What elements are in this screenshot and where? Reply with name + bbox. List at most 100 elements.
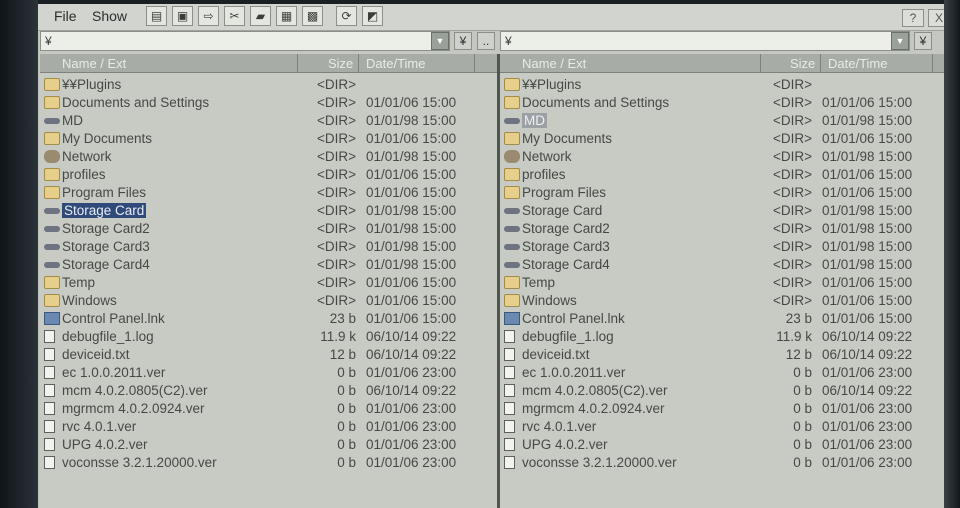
file-icon — [504, 402, 515, 415]
file-row[interactable]: Storage Card <DIR> 01/01/98 15:00 — [500, 202, 944, 220]
file-row[interactable]: debugfile_1.log 11.9 k 06/10/14 09:22 — [500, 328, 944, 346]
right-col-name[interactable]: Name / Ext — [522, 56, 586, 71]
left-path-dropdown-icon[interactable]: ▼ — [431, 32, 449, 50]
copy-icon[interactable]: ⇨ — [198, 6, 219, 26]
file-row[interactable]: Temp <DIR> 01/01/06 15:00 — [40, 274, 497, 292]
file-name: Network — [62, 149, 112, 164]
file-row[interactable]: ¥¥Plugins <DIR> — [500, 76, 944, 94]
show-menu[interactable]: Show — [88, 8, 131, 24]
left-path-field[interactable]: ¥ — [40, 31, 450, 51]
grid-icon[interactable]: ▩ — [302, 6, 323, 26]
file-row[interactable]: Storage Card2 <DIR> 01/01/98 15:00 — [500, 220, 944, 238]
file-row[interactable]: Control Panel.lnk 23 b 01/01/06 15:00 — [40, 310, 497, 328]
file-date: 06/10/14 09:22 — [822, 383, 913, 398]
file-row[interactable]: deviceid.txt 12 b 06/10/14 09:22 — [500, 346, 944, 364]
file-date: 01/01/06 23:00 — [822, 365, 913, 380]
file-row[interactable]: debugfile_1.log 11.9 k 06/10/14 09:22 — [40, 328, 497, 346]
options-icon[interactable]: ◩ — [362, 6, 383, 26]
file-row[interactable]: ec 1.0.0.2011.ver 0 b 01/01/06 23:00 — [500, 364, 944, 382]
right-file-pane[interactable]: Name / Ext Size Date/Time ¥¥Plugins <DIR>… — [500, 54, 944, 508]
file-date: 01/01/06 15:00 — [822, 95, 913, 110]
file-size: 12 b — [785, 347, 812, 362]
delete-icon[interactable]: ▦ — [276, 6, 297, 26]
left-col-date[interactable]: Date/Time — [366, 56, 425, 71]
file-row[interactable]: deviceid.txt 12 b 06/10/14 09:22 — [40, 346, 497, 364]
file-row[interactable]: profiles <DIR> 01/01/06 15:00 — [40, 166, 497, 184]
file-row[interactable]: Documents and Settings <DIR> 01/01/06 15:0… — [500, 94, 944, 112]
folder-icon — [504, 276, 520, 289]
file-row[interactable]: UPG 4.0.2.ver 0 b 01/01/06 23:00 — [500, 436, 944, 454]
file-row[interactable]: MD <DIR> 01/01/98 15:00 — [40, 112, 497, 130]
new-folder-icon[interactable]: ▰ — [250, 6, 271, 26]
right-path-field[interactable]: ¥ — [500, 31, 910, 51]
right-path-dropdown-icon[interactable]: ▼ — [891, 32, 909, 50]
file-name: Control Panel.lnk — [62, 311, 165, 326]
right-col-date[interactable]: Date/Time — [828, 56, 887, 71]
refresh-icon[interactable]: ⟳ — [336, 6, 357, 26]
file-size: <DIR> — [316, 167, 356, 182]
network-icon — [44, 150, 60, 163]
file-row[interactable]: Network <DIR> 01/01/98 15:00 — [500, 148, 944, 166]
file-row[interactable]: profiles <DIR> 01/01/06 15:00 — [500, 166, 944, 184]
file-name: profiles — [62, 167, 106, 182]
right-col-size[interactable]: Size — [790, 56, 815, 71]
file-row[interactable]: mcm 4.0.2.0805(C2).ver 0 b 06/10/14 09:22 — [500, 382, 944, 400]
file-row[interactable]: voconsse 3.2.1.20000.ver 0 b 01/01/06 23:0… — [40, 454, 497, 472]
file-row[interactable]: Storage Card4 <DIR> 01/01/98 15:00 — [40, 256, 497, 274]
file-row[interactable]: rvc 4.0.1.ver 0 b 01/01/06 23:00 — [500, 418, 944, 436]
left-yen-button[interactable]: ¥ — [454, 32, 472, 50]
file-row[interactable]: voconsse 3.2.1.20000.ver 0 b 01/01/06 23:0… — [500, 454, 944, 472]
right-yen-button[interactable]: ¥ — [914, 32, 932, 50]
file-menu[interactable]: File — [50, 8, 81, 24]
file-name: Storage Card — [522, 203, 603, 218]
file-row[interactable]: Storage Card <DIR> 01/01/98 15:00 — [40, 202, 497, 220]
view-icon[interactable]: ▤ — [146, 6, 167, 26]
file-row[interactable]: Documents and Settings <DIR> 01/01/06 15:0… — [40, 94, 497, 112]
file-date: 01/01/06 15:00 — [366, 131, 457, 146]
left-col-size[interactable]: Size — [328, 56, 353, 71]
file-row[interactable]: My Documents <DIR> 01/01/06 15:00 — [500, 130, 944, 148]
file-row[interactable]: Storage Card3 <DIR> 01/01/98 15:00 — [40, 238, 497, 256]
file-row[interactable]: rvc 4.0.1.ver 0 b 01/01/06 23:00 — [40, 418, 497, 436]
file-row[interactable]: ¥¥Plugins <DIR> — [40, 76, 497, 94]
file-date: 06/10/14 09:22 — [822, 347, 913, 362]
file-date: 01/01/06 23:00 — [366, 419, 457, 434]
file-name: Program Files — [62, 185, 147, 200]
file-row[interactable]: Program Files <DIR> 01/01/06 15:00 — [40, 184, 497, 202]
file-row[interactable]: Windows <DIR> 01/01/06 15:00 — [40, 292, 497, 310]
folder-icon — [44, 168, 60, 181]
folder-icon — [504, 132, 520, 145]
file-row[interactable]: Program Files <DIR> 01/01/06 15:00 — [500, 184, 944, 202]
shortcut-icon — [44, 312, 60, 325]
network-icon — [504, 150, 520, 163]
file-row[interactable]: Network <DIR> 01/01/98 15:00 — [40, 148, 497, 166]
file-row[interactable]: Temp <DIR> 01/01/06 15:00 — [500, 274, 944, 292]
file-row[interactable]: mgrmcm 4.0.2.0924.ver 0 b 01/01/06 23:00 — [500, 400, 944, 418]
file-name: mcm 4.0.2.0805(C2).ver — [62, 383, 208, 398]
file-icon — [504, 348, 515, 361]
left-file-pane[interactable]: Name / Ext Size Date/Time ¥¥Plugins <DIR>… — [40, 54, 497, 508]
left-col-name[interactable]: Name / Ext — [62, 56, 126, 71]
file-row[interactable]: Windows <DIR> 01/01/06 15:00 — [500, 292, 944, 310]
file-row[interactable]: Storage Card4 <DIR> 01/01/98 15:00 — [500, 256, 944, 274]
folder-icon — [44, 96, 60, 109]
file-date: 01/01/06 23:00 — [366, 437, 457, 452]
help-button[interactable]: ? — [902, 9, 924, 27]
right-column-header: Name / Ext Size Date/Time — [500, 54, 944, 73]
file-row[interactable]: Control Panel.lnk 23 b 01/01/06 15:00 — [500, 310, 944, 328]
file-row[interactable]: Storage Card3 <DIR> 01/01/98 15:00 — [500, 238, 944, 256]
toolbar: File Show ▤ ▣ ⇨ ✂ ▰ ▦ ▩ ⟳ ◩ ? X — [38, 4, 950, 31]
file-row[interactable]: mcm 4.0.2.0805(C2).ver 0 b 06/10/14 09:22 — [40, 382, 497, 400]
file-row[interactable]: mgrmcm 4.0.2.0924.ver 0 b 01/01/06 23:00 — [40, 400, 497, 418]
properties-icon[interactable]: ▣ — [172, 6, 193, 26]
drive-icon — [504, 118, 520, 124]
file-name: ¥¥Plugins — [522, 77, 582, 92]
file-row[interactable]: ec 1.0.0.2011.ver 0 b 01/01/06 23:00 — [40, 364, 497, 382]
swap-button[interactable]: .. — [477, 32, 495, 50]
file-row[interactable]: Storage Card2 <DIR> 01/01/98 15:00 — [40, 220, 497, 238]
file-icon — [44, 456, 55, 469]
file-row[interactable]: MD <DIR> 01/01/98 15:00 — [500, 112, 944, 130]
file-row[interactable]: My Documents <DIR> 01/01/06 15:00 — [40, 130, 497, 148]
file-row[interactable]: UPG 4.0.2.ver 0 b 01/01/06 23:00 — [40, 436, 497, 454]
cut-icon[interactable]: ✂ — [224, 6, 245, 26]
